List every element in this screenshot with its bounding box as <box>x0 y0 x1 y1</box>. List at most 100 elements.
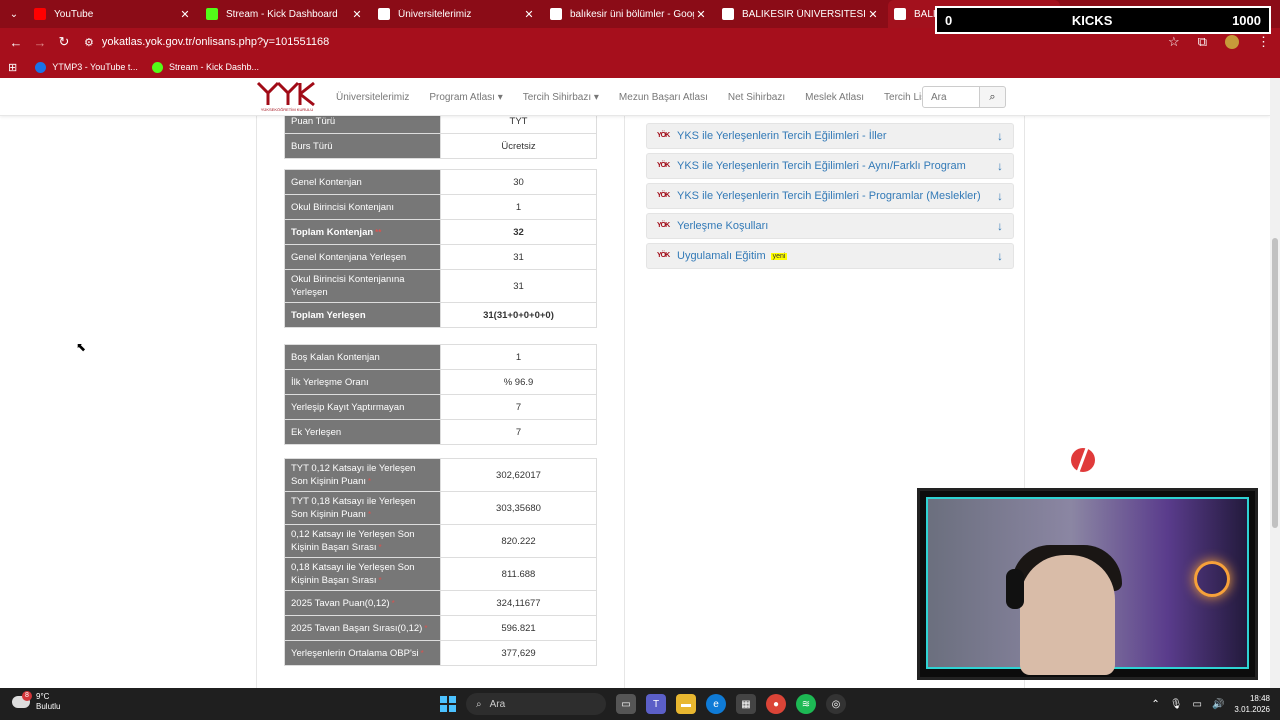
cloud-icon: 8 <box>12 691 32 708</box>
accordion-item[interactable]: YÖK Uygulamalı Eğitim yeni ↓ <box>646 243 1014 269</box>
table-row: Yerleşip Kayıt Yaptırmayan 7 <box>284 394 597 420</box>
volume-icon[interactable]: 🔊 <box>1212 699 1224 710</box>
chrome-icon[interactable]: ● <box>766 694 786 714</box>
weather-widget[interactable]: 8 9°C Bulutlu <box>12 691 60 712</box>
browser-tab[interactable]: balıkesir üni bölümler - Google ✕ <box>544 0 716 28</box>
row-label-text: Yerleşip Kayıt Yaptırmayan <box>291 401 405 413</box>
nav-menu-item[interactable]: Net Sihirbazı <box>728 92 785 103</box>
accordion-label: YKS ile Yerleşenlerin Tercih Eğilimleri … <box>677 160 966 172</box>
row-label-text: Okul Birincisi Kontenjanına Yerleşen <box>291 274 405 298</box>
scrollbar-thumb[interactable] <box>1272 238 1278 528</box>
edge-icon[interactable]: e <box>706 694 726 714</box>
nav-menu-item[interactable]: Üniversitelerimiz <box>336 92 409 103</box>
table-row: Boş Kalan Kontenjan 1 <box>284 344 597 370</box>
bookmark-item[interactable]: Stream - Kick Dashb... <box>151 61 259 73</box>
teams-icon[interactable]: T <box>646 694 666 714</box>
site-info-icon[interactable]: ⚙ <box>84 36 94 49</box>
yok-mini-icon: YÖK <box>657 252 670 259</box>
bookmark-icon <box>151 61 163 73</box>
bookmark-label: Stream - Kick Dashb... <box>168 62 259 72</box>
microphone-icon[interactable]: 🎙 <box>1170 699 1183 710</box>
nav-menu-item[interactable]: Tercih Sihirbazı ▾ <box>523 92 599 103</box>
arrow-down-icon[interactable]: ↓ <box>997 129 1003 143</box>
row-label: Okul Birincisi Kontenjanı <box>284 194 441 220</box>
accordion-label: YKS ile Yerleşenlerin Tercih Eğilimleri … <box>677 190 981 202</box>
accordion-label: Uygulamalı Eğitim <box>677 250 766 262</box>
close-tab-icon[interactable]: ✕ <box>522 8 536 21</box>
row-value: 596.821 <box>440 615 597 641</box>
nav-menu-item[interactable]: Program Atlası ▾ <box>429 92 502 103</box>
browser-tab[interactable]: YouTube ✕ <box>28 0 200 28</box>
taskbar-search-label: Ara <box>489 698 506 710</box>
row-label: Toplam Kontenjan ** <box>284 219 441 245</box>
app-icon[interactable]: ◎ <box>826 694 846 714</box>
browser-tab[interactable]: BALIKESİR ÜNİVERSİTESİ'ndeki✕ <box>716 0 888 28</box>
row-label: Genel Kontenjan <box>284 169 441 195</box>
network-icon[interactable]: ▭ <box>1193 699 1202 710</box>
row-label-text: 0,18 Katsayı ile Yerleşen Son Kişinin Ba… <box>291 562 415 586</box>
row-label-text: Ek Yerleşen <box>291 426 342 438</box>
back-icon[interactable]: ← <box>4 35 28 50</box>
table-row: Burs Türü Ücretsiz <box>284 133 597 159</box>
yok-mini-icon: YÖK <box>657 132 670 139</box>
row-label: 2025 Tavan Puan(0,12) * <box>284 590 441 616</box>
clock[interactable]: 18:48 3.01.2026 <box>1234 693 1270 715</box>
table-row: TYT 0,18 Katsayı ile Yerleşen Son Kişini… <box>284 491 597 525</box>
nav-menu-item[interactable]: Mezun Başarı Atlası <box>619 92 708 103</box>
browser-tab[interactable]: Üniversitelerimiz ✕ <box>372 0 544 28</box>
row-label: Genel Kontenjana Yerleşen <box>284 244 441 270</box>
table-row: Okul Birincisi Kontenjanına Yerleşen 31 <box>284 269 597 303</box>
url-bar[interactable]: ⚙ yokatlas.yok.gov.tr/onlisans.php?y=101… <box>84 36 329 49</box>
arrow-down-icon[interactable]: ↓ <box>997 189 1003 203</box>
tab-search-icon[interactable]: ⌄ <box>0 0 28 28</box>
apps-grid-icon[interactable]: ⊞ <box>8 61 17 74</box>
nav-menu-item[interactable]: Meslek Atlası <box>805 92 864 103</box>
file-explorer-icon[interactable]: ▬ <box>676 694 696 714</box>
row-label-text: Genel Kontenjana Yerleşen <box>291 251 407 263</box>
reload-icon[interactable]: ↻ <box>52 34 76 50</box>
accordion-item[interactable]: YÖK YKS ile Yerleşenlerin Tercih Eğilimle… <box>646 183 1014 209</box>
profile-avatar[interactable] <box>1225 35 1239 49</box>
page-scrollbar[interactable] <box>1270 78 1280 688</box>
quota-table: Genel Kontenjan 30 Okul Birincisi Kontenja… <box>284 169 597 328</box>
arrow-down-icon[interactable]: ↓ <box>997 249 1003 263</box>
row-value: 7 <box>440 394 597 420</box>
table-row: 2025 Tavan Başarı Sırası(0,12) * 596.821 <box>284 615 597 641</box>
row-label-text: Genel Kontenjan <box>291 176 362 188</box>
search-icon[interactable]: ⌕ <box>980 86 1006 108</box>
close-tab-icon[interactable]: ✕ <box>866 8 880 21</box>
taskbar-search[interactable]: ⌕ Ara <box>466 693 606 715</box>
kick-icon <box>206 8 218 20</box>
table-row: Ek Yerleşen 7 <box>284 419 597 445</box>
start-icon[interactable] <box>440 696 456 712</box>
accordion-item[interactable]: YÖK Yerleşme Koşulları ↓ <box>646 213 1014 239</box>
taskbar-search-icon: ⌕ <box>476 698 482 710</box>
browser-menu-icon[interactable]: ⋮ <box>1257 34 1270 50</box>
arrow-down-icon[interactable]: ↓ <box>997 159 1003 173</box>
bookmark-item[interactable]: YTMP3 - YouTube t... <box>35 61 138 73</box>
close-tab-icon[interactable]: ✕ <box>694 8 708 21</box>
bookmark-star-icon[interactable]: ☆ <box>1168 34 1180 50</box>
browser-tab[interactable]: Stream - Kick Dashboard ✕ <box>200 0 372 28</box>
accordion-item[interactable]: YÖK YKS ile Yerleşenlerin Tercih Eğilimle… <box>646 123 1014 149</box>
row-value: 31 <box>440 244 597 270</box>
spotify-icon[interactable]: ≋ <box>796 694 816 714</box>
row-value: 31(31+0+0+0+0) <box>440 302 597 328</box>
yok-icon <box>894 8 906 20</box>
store-icon[interactable]: ▦ <box>736 694 756 714</box>
yok-logo[interactable]: YÜKSEKÖĞRETİM KURULU <box>256 81 318 113</box>
arrow-down-icon[interactable]: ↓ <box>997 219 1003 233</box>
accordion-item[interactable]: YÖK YKS ile Yerleşenlerin Tercih Eğilimle… <box>646 153 1014 179</box>
bookmark-icon <box>35 61 47 73</box>
close-tab-icon[interactable]: ✕ <box>178 8 192 21</box>
forward-icon[interactable]: → <box>28 35 52 50</box>
task-view-icon[interactable]: ▭ <box>616 694 636 714</box>
extensions-icon[interactable]: ⧉ <box>1198 34 1207 50</box>
required-mark: * <box>378 576 382 585</box>
row-label-text: İlk Yerleşme Oranı <box>291 376 369 388</box>
close-tab-icon[interactable]: ✕ <box>350 8 364 21</box>
row-label: TYT 0,12 Katsayı ile Yerleşen Son Kişini… <box>284 458 441 492</box>
tray-chevron-icon[interactable]: ⌃ <box>1151 699 1159 710</box>
required-mark: * <box>378 543 382 552</box>
site-search-input[interactable] <box>922 86 980 108</box>
